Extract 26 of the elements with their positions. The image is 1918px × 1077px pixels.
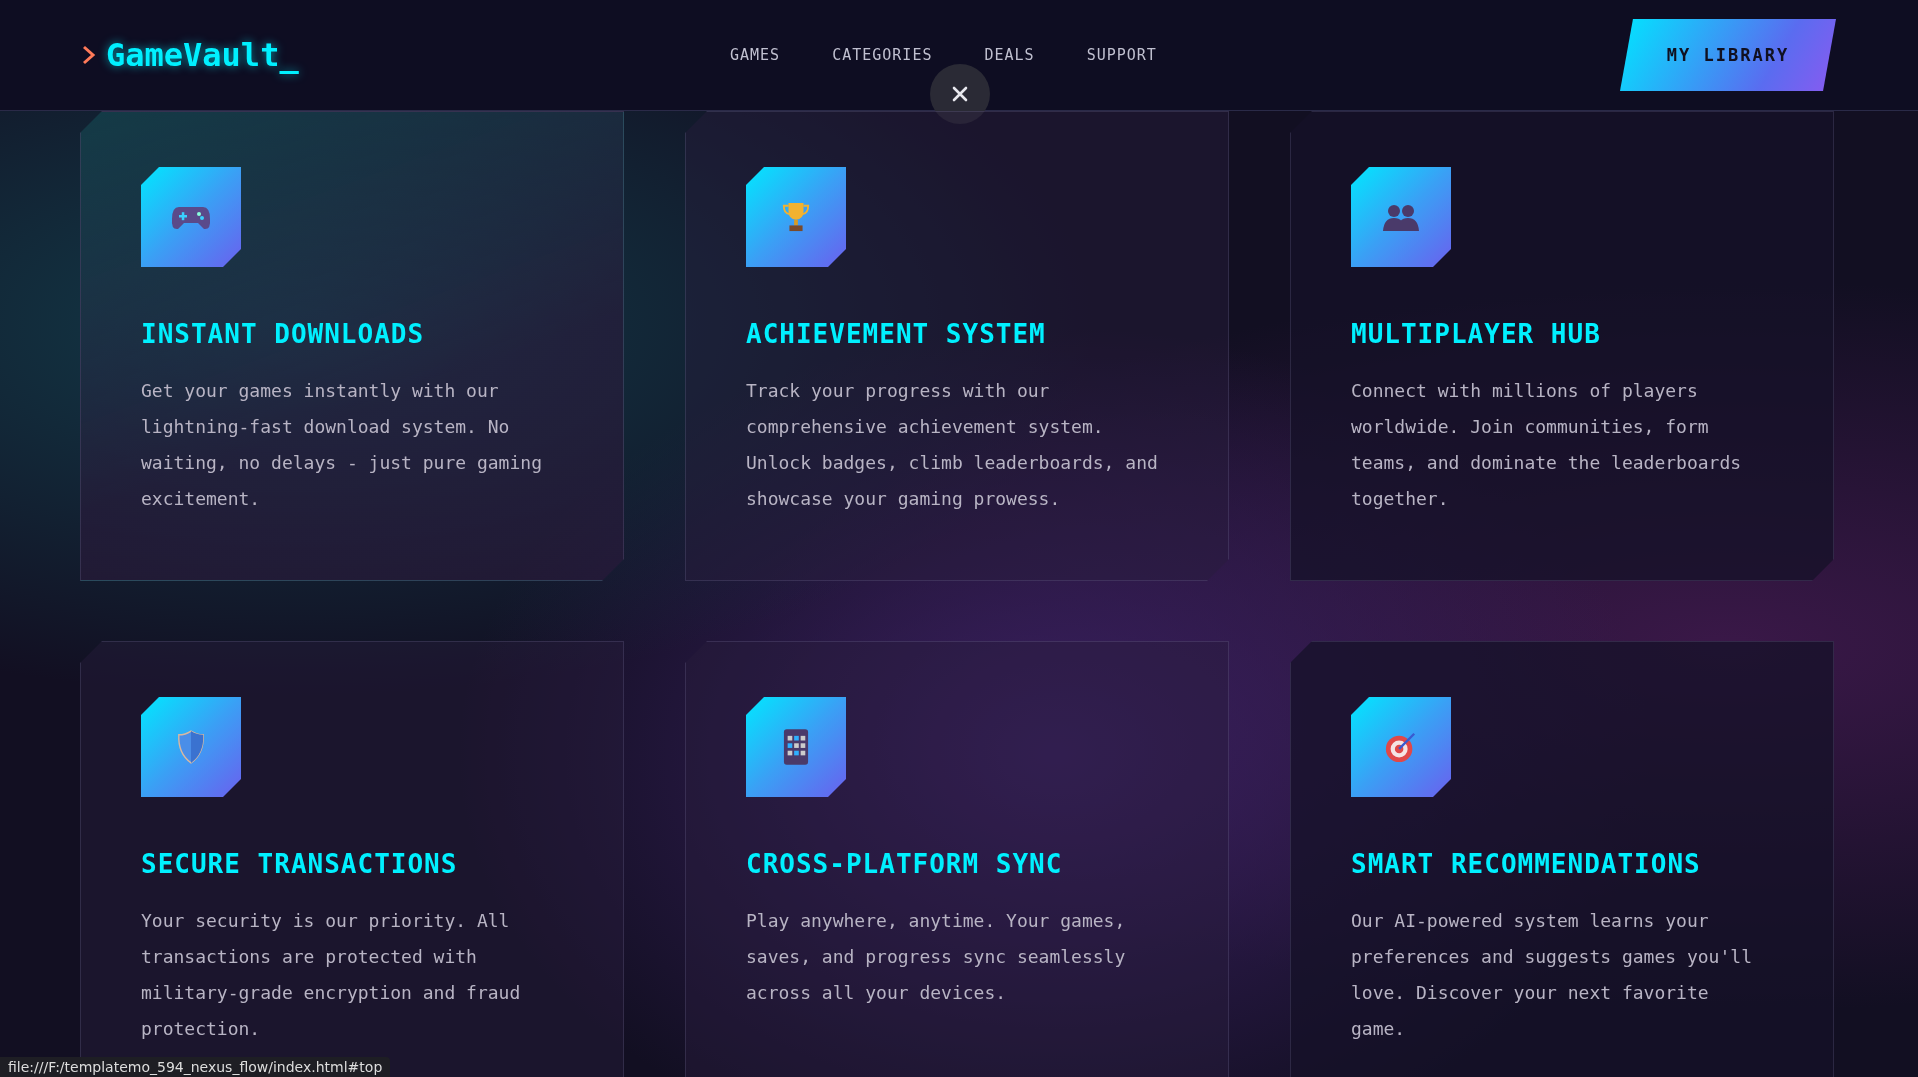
card-description: Your security is our priority. All transactions are protected with military-grade encryption and fraud protection. [141, 909, 522, 1041]
card-description: Track your progress with our comprehensive achievement system. Unlock badges, climb leaderboards, and showcase your gaming prowess. [746, 379, 1159, 511]
card-description: Get your games instantly with our lightning-fast download system. No waiting, no delays - just pure gaming excitement. [141, 379, 543, 511]
nav-link[interactable]: SUPPORT [1086, 46, 1157, 64]
card-description: Connect with millions of players worldwide. Join communities, form teams, and dominate the leaderboards together. [1351, 379, 1743, 511]
card-title: MULTIPLAYER HUB [1351, 319, 1602, 349]
nav-link[interactable]: DEALS [984, 46, 1035, 64]
card-title: SECURE TRANSACTIONS [141, 849, 459, 879]
people-icon [1381, 202, 1421, 232]
card-description: Play anywhere, anytime. Your games, saves, and progress sync seamlessly across all your devices. [746, 909, 1127, 1005]
card-title: SMART RECOMMENDATIONS [1351, 849, 1702, 879]
card-title: ACHIEVEMENT SYSTEM [746, 319, 1047, 349]
logo-text[interactable]: GameVault_ [106, 36, 299, 74]
target-icon [1384, 730, 1418, 764]
close-icon [950, 84, 970, 104]
chevron-icon [82, 45, 96, 65]
phone-icon [783, 728, 809, 766]
nav-link[interactable]: GAMES [730, 46, 781, 64]
status-url: file:///F:/templatemo_594_nexus_flow/index.html#top [0, 1057, 391, 1077]
library-button[interactable]: MY LIBRARY [1620, 19, 1836, 91]
card-title: INSTANT DOWNLOADS [141, 319, 426, 349]
trophy-icon [781, 200, 811, 234]
shield-icon [176, 729, 206, 765]
card-title: CROSS-PLATFORM SYNC [746, 849, 1064, 879]
nav-link[interactable]: CATEGORIES [832, 46, 933, 64]
card-description: Our AI-powered system learns your preferences and suggests games you'll love. Discover your next favorite game. [1351, 909, 1753, 1041]
